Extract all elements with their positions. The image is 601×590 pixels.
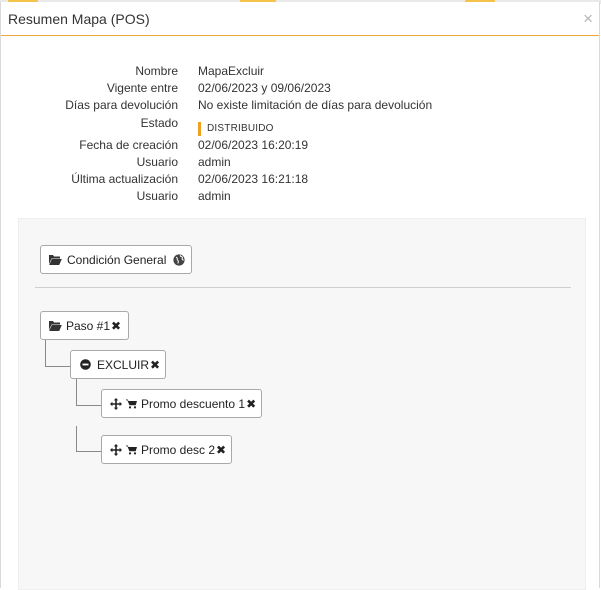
info-value: 02/06/2023 16:21:18 [198, 172, 309, 186]
node-label: EXCLUIR [97, 357, 150, 372]
summary-modal: Resumen Mapa (POS) × Nombre MapaExcluir … [0, 2, 601, 590]
info-label: Usuario [136, 189, 178, 203]
tree-connector [45, 339, 46, 367]
globe-icon [173, 253, 186, 266]
info-value: No existe limitación de días para devolu… [198, 98, 433, 112]
node-label: Promo descuento 1 [141, 396, 246, 411]
tree-connector [76, 426, 77, 452]
tree-connector [45, 366, 70, 367]
info-row-vigente: Vigente entre 02/06/2023 y 09/06/2023 [1, 81, 601, 98]
tree-connector [76, 405, 101, 406]
node-label: Promo desc 2 [141, 442, 216, 457]
info-row-creacion: Fecha de creación 02/06/2023 16:20:19 [1, 138, 601, 155]
cart-icon [126, 445, 137, 455]
modal-header: Resumen Mapa (POS) × [1, 2, 599, 36]
info-row-actualizacion: Última actualización 02/06/2023 16:21:18 [1, 172, 601, 189]
info-label: Última actualización [71, 172, 178, 186]
rules-tree-panel: Condición General Paso #1 ✖ EXCLUIR ✖ Pr… [18, 218, 586, 590]
info-row-estado: Estado DISTRIBUIDO [1, 116, 601, 136]
remove-paso-button[interactable]: ✖ [111, 319, 121, 333]
cart-icon [126, 399, 137, 409]
info-value: 02/06/2023 y 09/06/2023 [198, 81, 331, 95]
info-row-nombre: Nombre MapaExcluir [1, 64, 601, 81]
info-value: MapaExcluir [198, 64, 265, 78]
info-row-dias: Días para devolución No existe limitació… [1, 98, 601, 115]
info-label: Usuario [136, 155, 178, 169]
minus-circle-icon [80, 359, 91, 370]
status-badge-text: DISTRIBUIDO [198, 122, 274, 136]
folder-open-icon [49, 254, 62, 265]
info-label: Nombre [135, 64, 178, 78]
remove-excluir-button[interactable]: ✖ [150, 358, 160, 372]
info-row-usuario-creacion: Usuario admin [1, 155, 601, 172]
folder-open-icon [49, 320, 62, 331]
tree-connector [76, 451, 101, 452]
remove-promo1-button[interactable]: ✖ [246, 397, 256, 411]
paso-1-node[interactable]: Paso #1 ✖ [40, 311, 129, 340]
info-label: Vigente entre [106, 81, 178, 95]
move-icon[interactable] [110, 443, 122, 456]
remove-promo2-button[interactable]: ✖ [216, 443, 226, 457]
condicion-general-button[interactable]: Condición General [40, 245, 192, 274]
info-label: Estado [140, 116, 178, 130]
info-row-usuario-actualizacion: Usuario admin [1, 189, 601, 206]
excluir-node[interactable]: EXCLUIR ✖ [70, 350, 166, 379]
promo-descuento-1-node[interactable]: Promo descuento 1 ✖ [101, 389, 262, 418]
tree-connector [76, 378, 77, 406]
node-label: Paso #1 [66, 318, 111, 333]
close-button[interactable]: × [583, 10, 593, 27]
info-label: Fecha de creación [79, 138, 178, 152]
move-icon[interactable] [110, 397, 122, 410]
modal-title: Resumen Mapa (POS) [8, 11, 150, 27]
info-label: Días para devolución [65, 98, 178, 112]
info-value: 02/06/2023 16:20:19 [198, 138, 309, 152]
promo-desc-2-node[interactable]: Promo desc 2 ✖ [101, 435, 232, 464]
status-badge: DISTRIBUIDO [198, 120, 274, 136]
divider [35, 287, 571, 288]
button-label: Condición General [67, 252, 167, 267]
info-value: admin [198, 189, 231, 203]
info-value: admin [198, 155, 231, 169]
